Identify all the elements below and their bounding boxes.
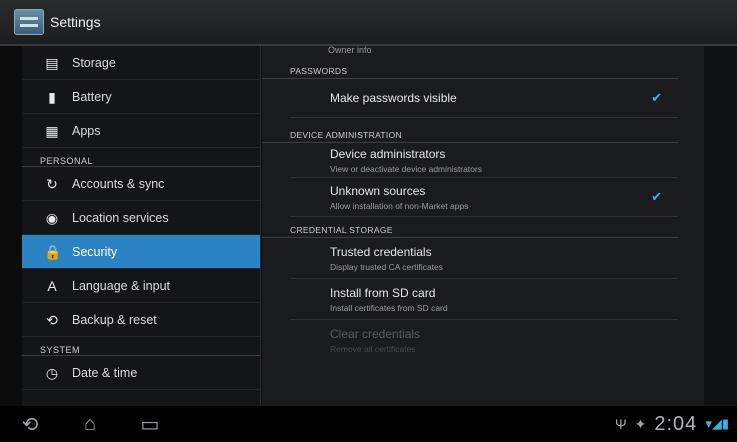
location-icon: ◉ <box>45 209 59 226</box>
apps-icon: ▦ <box>45 122 59 139</box>
sidebar-item-label: Location services <box>72 210 169 225</box>
pref-install-from-sd-card[interactable]: Install from SD card Install certificate… <box>290 279 678 320</box>
recent-apps-button-icon[interactable]: ▭ <box>120 412 180 437</box>
checkbox-checked-icon[interactable]: ✔ <box>651 90 662 106</box>
sidebar-item-apps[interactable]: ▦ Apps <box>22 114 260 148</box>
pref-clear-credentials: Clear credentials Remove all certificate… <box>290 320 678 360</box>
sidebar-item-label: Security <box>72 244 118 259</box>
pref-title: Unknown sources <box>330 183 426 198</box>
pref-make-passwords-visible[interactable]: Make passwords visible ✔ <box>290 79 678 118</box>
sidebar-item-storage[interactable]: ▤ Storage <box>22 46 260 80</box>
status-area[interactable]: Ψ ✦ 2:04 ▾◢▮ <box>615 406 729 442</box>
sidebar-item-label: Battery <box>72 89 112 104</box>
sidebar-item-date-time[interactable]: ◷ Date & time <box>22 356 260 390</box>
sidebar-item-label: Storage <box>72 55 116 70</box>
pref-device-administrators[interactable]: Device administrators View or deactivate… <box>290 143 678 178</box>
pref-title: Install from SD card <box>330 285 436 300</box>
pref-summary: Display trusted CA certificates <box>330 261 443 272</box>
clock-icon: ◷ <box>45 364 59 381</box>
pref-summary: Allow installation of non-Market apps <box>330 200 469 211</box>
section-header-device-administration: DEVICE ADMINISTRATION <box>262 118 678 143</box>
pref-title: Clear credentials <box>330 326 421 341</box>
wifi-battery-icon: ▾◢▮ <box>705 416 729 431</box>
sidebar-item-label: Language & input <box>72 278 171 293</box>
app-title: Settings <box>50 14 101 30</box>
usb-debugging-icon: ✦ <box>634 415 647 432</box>
storage-icon: ▤ <box>45 54 59 71</box>
sidebar-item-security[interactable]: 🔒 Security <box>22 235 260 269</box>
category-header-system: SYSTEM <box>22 337 260 356</box>
sidebar-item-label: Date & time <box>72 365 138 380</box>
settings-app-icon[interactable] <box>14 9 44 35</box>
backup-icon: ⟲ <box>46 311 58 328</box>
sync-icon: ↻ <box>46 175 58 192</box>
sidebar-item-location-services[interactable]: ◉ Location services <box>22 201 260 235</box>
action-bar: Settings <box>0 0 737 46</box>
section-header-credential-storage: CREDENTIAL STORAGE <box>262 217 678 238</box>
language-icon: A <box>47 277 57 294</box>
sidebar-item-label: Apps <box>72 123 101 138</box>
pref-title: Make passwords visible <box>330 91 457 105</box>
back-button-icon[interactable]: ⟲ <box>0 412 60 437</box>
sidebar-item-accounts-sync[interactable]: ↻ Accounts & sync <box>22 167 260 201</box>
pref-title: Trusted credentials <box>330 244 432 259</box>
pref-title: Device administrators <box>330 146 446 161</box>
sidebar-item-backup-reset[interactable]: ⟲ Backup & reset <box>22 303 260 337</box>
pref-summary: Install certificates from SD card <box>330 302 448 313</box>
pref-summary: Remove all certificates <box>330 343 416 354</box>
checkbox-checked-icon[interactable]: ✔ <box>651 189 662 205</box>
sidebar-item-battery[interactable]: ▮ Battery <box>22 80 260 114</box>
settings-categories-list[interactable]: ▤ Storage ▮ Battery ▦ Apps PERSONAL ↻ Accounts &… <box>22 46 261 406</box>
usb-icon: Ψ <box>614 416 627 432</box>
sidebar-item-label: Accounts & sync <box>72 176 165 191</box>
pref-summary: View or deactivate device administrators <box>330 163 482 174</box>
sidebar-item-label: Backup & reset <box>72 312 157 327</box>
section-header-passwords: PASSWORDS <box>262 58 678 79</box>
security-settings-pane[interactable]: Owner info PASSWORDS Make passwords visi… <box>262 46 704 406</box>
status-clock: 2:04 <box>654 412 698 435</box>
system-navigation-bar: ⟲ ⌂ ▭ Ψ ✦ 2:04 ▾◢▮ <box>0 406 737 442</box>
category-header-personal: PERSONAL <box>22 148 260 167</box>
battery-icon: ▮ <box>48 88 56 105</box>
pref-unknown-sources[interactable]: Unknown sources Allow installation of no… <box>290 178 678 217</box>
owner-info-partial[interactable]: Owner info <box>262 46 704 58</box>
home-button-icon[interactable]: ⌂ <box>60 413 120 436</box>
lock-icon: 🔒 <box>44 243 62 260</box>
sidebar-item-language-input[interactable]: A Language & input <box>22 269 260 303</box>
pref-trusted-credentials[interactable]: Trusted credentials Display trusted CA c… <box>290 238 678 279</box>
pane-edge <box>704 46 737 406</box>
